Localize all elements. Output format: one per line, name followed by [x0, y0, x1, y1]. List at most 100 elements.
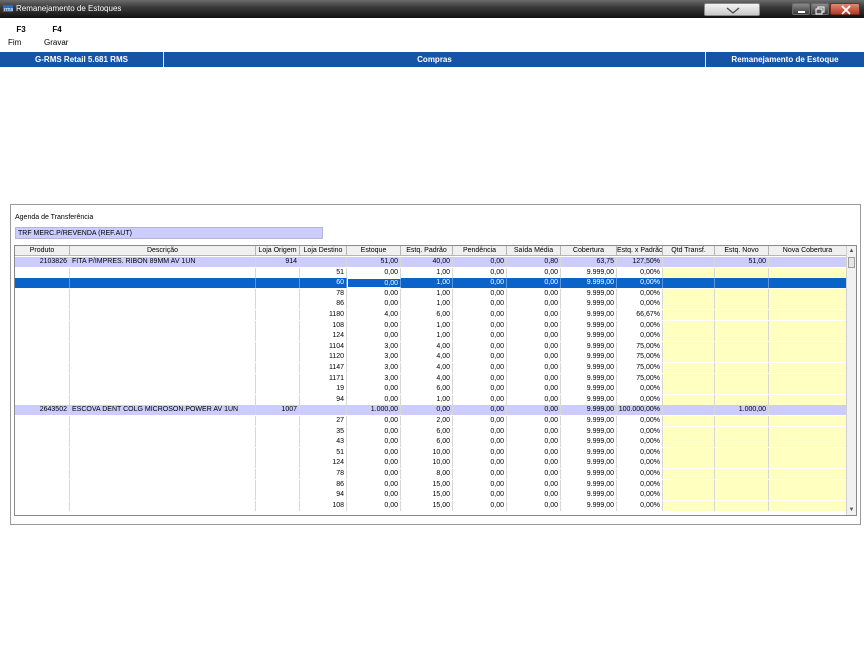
cell-novo[interactable]: [715, 278, 769, 289]
store-row[interactable]: 1104 3,00 4,00 0,00 0,00 9.999,00 75,00%: [15, 341, 847, 352]
store-row[interactable]: 1180 4,00 6,00 0,00 0,00 9.999,00 66,67%: [15, 310, 847, 320]
cell-nova-cob[interactable]: [769, 490, 847, 501]
store-row[interactable]: 86 0,00 15,00 0,00 0,00 9.999,00 0,00%: [15, 479, 847, 490]
cell-novo[interactable]: [715, 458, 769, 469]
fim-button[interactable]: F3 Fim: [6, 25, 36, 47]
store-row[interactable]: 51 0,00 1,00 0,00 0,00 9.999,00 0,00%: [15, 267, 847, 278]
cell-qtd[interactable]: [663, 310, 715, 320]
cell-qtd[interactable]: [663, 267, 715, 278]
cell-qtd[interactable]: [663, 405, 715, 416]
cell-novo[interactable]: [715, 469, 769, 479]
cell-novo[interactable]: [715, 320, 769, 331]
cell-nova-cob[interactable]: [769, 500, 847, 511]
cell-nova-cob[interactable]: [769, 458, 847, 469]
agenda-field[interactable]: TRF MERC.P/REVENDA (REF.AUT): [15, 227, 323, 239]
minimize-button[interactable]: [792, 3, 810, 15]
cell-nova-cob[interactable]: [769, 469, 847, 479]
store-row[interactable]: 1171 3,00 4,00 0,00 0,00 9.999,00 75,00%: [15, 373, 847, 384]
cell-nova-cob[interactable]: [769, 437, 847, 448]
column-header[interactable]: Saída Média: [507, 246, 561, 256]
cell-novo[interactable]: 1.000,00: [715, 405, 769, 416]
cell-novo[interactable]: [715, 416, 769, 426]
cell-nova-cob[interactable]: [769, 352, 847, 363]
store-row[interactable]: 124 0,00 10,00 0,00 0,00 9.999,00 0,00%: [15, 458, 847, 469]
cell-novo[interactable]: [715, 394, 769, 405]
cell-novo[interactable]: [715, 341, 769, 352]
cell-novo[interactable]: [715, 447, 769, 458]
cell-novo[interactable]: [715, 373, 769, 384]
cell-qtd[interactable]: [663, 352, 715, 363]
cell-qtd[interactable]: [663, 416, 715, 426]
store-row[interactable]: 94 0,00 15,00 0,00 0,00 9.999,00 0,00%: [15, 490, 847, 501]
column-header[interactable]: Loja Origem: [256, 246, 300, 256]
column-header[interactable]: Estoque: [347, 246, 401, 256]
cell-novo[interactable]: [715, 437, 769, 448]
cell-nova-cob[interactable]: [769, 479, 847, 490]
cell-qtd[interactable]: [663, 437, 715, 448]
scroll-thumb[interactable]: [848, 257, 855, 268]
cell-qtd[interactable]: [663, 384, 715, 395]
store-row[interactable]: 60 0,00 1,00 0,00 0,00 9.999,00 0,00%: [15, 278, 847, 289]
column-header[interactable]: Estq. Padrão: [401, 246, 453, 256]
cell-nova-cob[interactable]: [769, 299, 847, 310]
store-row[interactable]: 51 0,00 10,00 0,00 0,00 9.999,00 0,00%: [15, 447, 847, 458]
cell-nova-cob[interactable]: [769, 426, 847, 437]
store-row[interactable]: 94 0,00 1,00 0,00 0,00 9.999,00 0,00%: [15, 394, 847, 405]
store-row[interactable]: 1147 3,00 4,00 0,00 0,00 9.999,00 75,00%: [15, 363, 847, 373]
cell-novo[interactable]: [715, 310, 769, 320]
column-header[interactable]: Qtd Transf.: [663, 246, 715, 256]
cell-novo[interactable]: [715, 384, 769, 395]
cell-qtd[interactable]: [663, 373, 715, 384]
column-header[interactable]: Produto: [15, 246, 70, 256]
cell-novo[interactable]: [715, 288, 769, 299]
cell-qtd[interactable]: [663, 490, 715, 501]
cell-qtd[interactable]: [663, 458, 715, 469]
cell-qtd[interactable]: [663, 447, 715, 458]
store-row[interactable]: 108 0,00 1,00 0,00 0,00 9.999,00 0,00%: [15, 320, 847, 331]
cell-novo[interactable]: 51,00: [715, 257, 769, 267]
cell-novo[interactable]: [715, 363, 769, 373]
cell-qtd[interactable]: [663, 299, 715, 310]
store-row[interactable]: 108 0,00 15,00 0,00 0,00 9.999,00 0,00%: [15, 500, 847, 511]
column-header[interactable]: Descrição: [70, 246, 256, 256]
cell-novo[interactable]: [715, 500, 769, 511]
product-row[interactable]: 2643502 ESCOVA DENT COLG MICROSON.POWER A…: [15, 405, 847, 416]
scroll-down-icon[interactable]: ▼: [847, 505, 856, 515]
cell-novo[interactable]: [715, 331, 769, 342]
restore-button[interactable]: [811, 3, 829, 15]
cell-qtd[interactable]: [663, 426, 715, 437]
column-header[interactable]: Estq. Novo: [715, 246, 769, 256]
cell-nova-cob[interactable]: [769, 310, 847, 320]
cell-nova-cob[interactable]: [769, 267, 847, 278]
cell-qtd[interactable]: [663, 479, 715, 490]
cell-qtd[interactable]: [663, 278, 715, 289]
cell-qtd[interactable]: [663, 320, 715, 331]
cell-novo[interactable]: [715, 479, 769, 490]
close-button[interactable]: [830, 3, 860, 15]
store-row[interactable]: 78 0,00 8,00 0,00 0,00 9.999,00 0,00%: [15, 469, 847, 479]
cell-qtd[interactable]: [663, 500, 715, 511]
cell-nova-cob[interactable]: [769, 373, 847, 384]
cell-novo[interactable]: [715, 426, 769, 437]
scroll-up-icon[interactable]: ▲: [847, 246, 856, 256]
cell-qtd[interactable]: [663, 341, 715, 352]
store-row[interactable]: 86 0,00 1,00 0,00 0,00 9.999,00 0,00%: [15, 299, 847, 310]
cell-qtd[interactable]: [663, 331, 715, 342]
cell-qtd[interactable]: [663, 469, 715, 479]
column-header[interactable]: Estq. x Padrão: [617, 246, 663, 256]
store-row[interactable]: 78 0,00 1,00 0,00 0,00 9.999,00 0,00%: [15, 288, 847, 299]
cell-novo[interactable]: [715, 267, 769, 278]
store-row[interactable]: 43 0,00 6,00 0,00 0,00 9.999,00 0,00%: [15, 437, 847, 448]
cell-nova-cob[interactable]: [769, 257, 847, 267]
cell-novo[interactable]: [715, 352, 769, 363]
store-row[interactable]: 35 0,00 6,00 0,00 0,00 9.999,00 0,00%: [15, 426, 847, 437]
store-row[interactable]: 19 0,00 6,00 0,00 0,00 9.999,00 0,00%: [15, 384, 847, 395]
cell-nova-cob[interactable]: [769, 394, 847, 405]
gravar-button[interactable]: F4 Gravar: [42, 25, 72, 47]
cell-qtd[interactable]: [663, 394, 715, 405]
cell-nova-cob[interactable]: [769, 288, 847, 299]
column-header[interactable]: Loja Destino: [300, 246, 347, 256]
column-header[interactable]: Nova Cobertura: [769, 246, 847, 256]
store-row[interactable]: 124 0,00 1,00 0,00 0,00 9.999,00 0,00%: [15, 331, 847, 342]
cell-qtd[interactable]: [663, 288, 715, 299]
